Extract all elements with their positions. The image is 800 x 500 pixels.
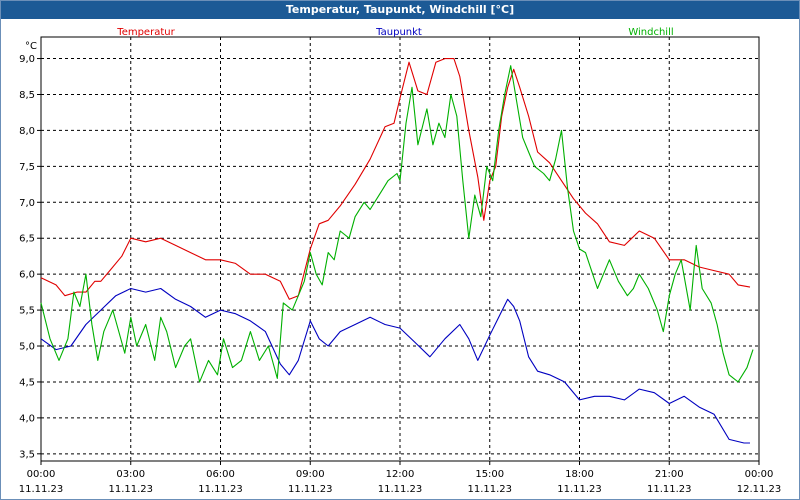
line-chart: °C 3,5 4,0 4,5 5,0 5,5 6,0 6,5 7,0 7,5 8,0 8,5 9,0 00… <box>19 27 782 495</box>
x-tick-time: 15:00 <box>475 469 504 480</box>
x-tick-date: 11.11.23 <box>467 484 512 495</box>
y-tick-label: 3,5 <box>19 449 35 460</box>
y-tick-label: 7,0 <box>19 198 35 209</box>
x-tick-time: 09:00 <box>296 469 325 480</box>
y-tick-label: 4,5 <box>19 377 35 388</box>
y-tick-label: 8,0 <box>19 126 35 137</box>
x-tick-date: 11.11.23 <box>647 484 692 495</box>
y-tick-label: 6,5 <box>19 234 35 245</box>
y-tick-label: 6,0 <box>19 270 35 281</box>
x-tick-date: 11.11.23 <box>557 484 602 495</box>
x-tick-time: 03:00 <box>116 469 145 480</box>
x-tick-time: 00:00 <box>745 469 774 480</box>
x-tick-date: 11.11.23 <box>198 484 243 495</box>
legend-taupunkt: Taupunkt <box>375 27 422 38</box>
x-tick-date: 11.11.23 <box>108 484 153 495</box>
y-tick-label: 8,5 <box>19 90 35 101</box>
y-tick-label: 4,0 <box>19 413 35 424</box>
x-tick-date: 12.11.23 <box>737 484 782 495</box>
x-tick-time: 12:00 <box>386 469 415 480</box>
x-tick-time: 21:00 <box>655 469 684 480</box>
x-tick-time: 18:00 <box>565 469 594 480</box>
legend-temperatur: Temperatur <box>116 27 175 38</box>
y-tick-label: 9,0 <box>19 54 35 65</box>
chart-window: Temperatur, Taupunkt, Windchill [°C] °C 3… <box>0 0 800 500</box>
y-axis-unit: °C <box>25 41 37 52</box>
x-tick-date: 11.11.23 <box>378 484 423 495</box>
x-tick-date: 11.11.23 <box>288 484 333 495</box>
x-tick-time: 06:00 <box>206 469 235 480</box>
y-tick-label: 7,5 <box>19 162 35 173</box>
series-line-windchill <box>40 65 754 383</box>
x-tick-time: 00:00 <box>27 469 56 480</box>
legend-windchill: Windchill <box>628 27 673 38</box>
y-tick-label: 5,0 <box>19 342 35 353</box>
series-line-taupunkt <box>40 287 750 444</box>
y-tick-label: 5,5 <box>19 306 35 317</box>
x-tick-date: 11.11.23 <box>19 484 64 495</box>
